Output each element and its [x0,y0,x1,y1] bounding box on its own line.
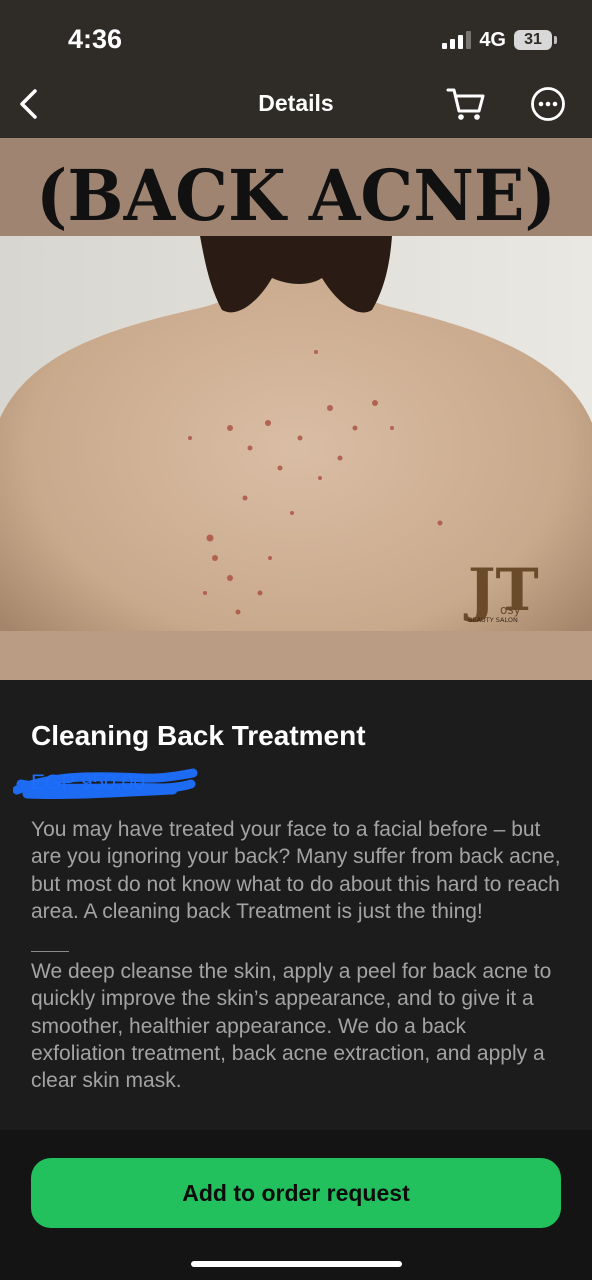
home-indicator [191,1261,402,1267]
svg-text:osy: osy [500,603,521,617]
description-paragraph-1: You may have treated your face to a faci… [31,818,561,923]
svg-text:BEAUTY SALON: BEAUTY SALON [468,616,518,624]
cart-button[interactable] [444,84,488,124]
page-title: Details [258,90,334,116]
add-to-order-button[interactable]: Add to order request [31,1158,561,1228]
footer: Add to order request [0,1130,592,1280]
banner-text: (BACK ACNE) [36,154,556,237]
product-image: (BACK ACNE) JT osy BEAUTY SALON [0,138,592,680]
nav-bar: Details [0,72,592,138]
product-title: Cleaning Back Treatment [31,720,366,751]
product-details: Cleaning Back Treatment EGP 950.00 You m… [0,680,592,1130]
product-price: EGP 950.00 [13,768,198,800]
network-label: 4G [479,28,506,51]
status-indicators: 4G 31 [442,28,557,52]
price-text: EGP 950.00 [31,771,146,794]
signal-icon [442,31,472,49]
more-button[interactable] [528,84,568,124]
battery-icon: 31 [514,30,557,50]
description-paragraph-2: We deep cleanse the skin, apply a peel f… [31,960,552,1093]
divider [31,951,69,953]
status-time: 4:36 [68,24,123,54]
cart-icon [446,88,485,120]
salon-logo: JT osy BEAUTY SALON [463,556,539,624]
status-bar: 4:36 4G 31 [0,0,592,72]
battery-level: 31 [524,31,542,48]
bottom-strip [0,631,592,680]
more-horizontal-icon [531,87,565,121]
